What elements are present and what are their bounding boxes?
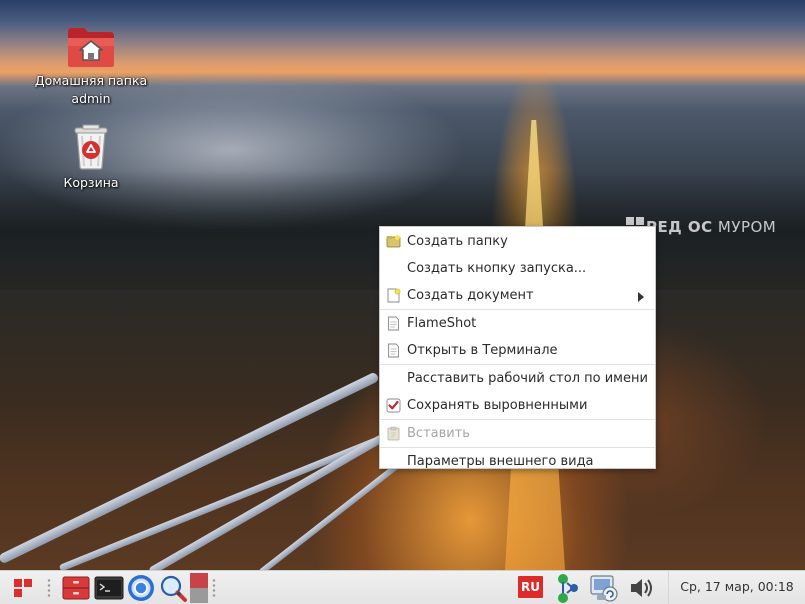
menu-item-appearance-settings[interactable]: Параметры внешнего вида xyxy=(380,448,655,475)
desktop-icon-home-label-2: admin xyxy=(71,91,111,106)
desktop-context-menu: Создать папку Создать кнопку запуска... … xyxy=(379,226,656,469)
menu-item-create-folder[interactable]: Создать папку xyxy=(380,228,655,255)
new-folder-icon xyxy=(386,235,401,248)
volume-icon xyxy=(631,579,652,597)
menu-item-label: Вставить xyxy=(407,426,470,441)
taskbar-separator xyxy=(47,578,51,598)
terminal-icon xyxy=(94,576,124,600)
checkbox-checked-icon xyxy=(386,398,401,413)
desktop-icon-home[interactable]: Домашняя папка admin xyxy=(30,26,152,108)
start-menu-button[interactable] xyxy=(6,573,40,603)
desktop-icon-trash[interactable]: Корзина xyxy=(51,122,131,192)
menu-item-label: Сохранять выровненными xyxy=(407,398,588,413)
document-icon xyxy=(388,316,399,331)
menu-item-label: Открыть в Терминале xyxy=(407,343,558,358)
menu-item-arrange-by-name[interactable]: Расставить рабочий стол по имени xyxy=(380,365,655,392)
desktop-icon-trash-label: Корзина xyxy=(63,175,119,190)
network-status-icon xyxy=(558,574,578,603)
launcher-search[interactable] xyxy=(157,573,189,603)
web-browser-icon xyxy=(128,575,154,601)
start-menu-icon xyxy=(14,579,32,597)
watermark-rest: МУРОМ xyxy=(717,218,777,236)
submenu-arrow-icon xyxy=(638,292,644,302)
menu-item-label: Создать документ xyxy=(407,288,534,303)
search-icon xyxy=(160,575,187,602)
menu-item-flameshot[interactable]: FlameShot xyxy=(380,310,655,337)
menu-item-paste[interactable]: Вставить xyxy=(380,420,655,447)
document-icon xyxy=(388,343,399,358)
trash-icon xyxy=(74,124,108,170)
update-manager-icon xyxy=(590,575,618,602)
tray-network-status[interactable] xyxy=(553,573,583,603)
tray-volume[interactable] xyxy=(626,573,656,603)
launcher-web-browser[interactable] xyxy=(125,573,157,603)
taskbar: RU Ср, 17 мар, 00:18 xyxy=(0,570,805,604)
tray-update-manager[interactable] xyxy=(588,573,620,603)
menu-item-label: Параметры внешнего вида xyxy=(407,454,594,469)
paste-icon xyxy=(387,426,400,441)
launcher-file-manager[interactable] xyxy=(60,573,92,603)
new-document-icon xyxy=(387,288,401,303)
menu-item-keep-aligned[interactable]: Сохранять выровненными xyxy=(380,392,655,419)
menu-item-create-launcher[interactable]: Создать кнопку запуска... xyxy=(380,255,655,282)
launcher-terminal[interactable] xyxy=(93,573,125,603)
menu-item-label: FlameShot xyxy=(407,316,477,331)
desktop-icon-home-label-1: Домашняя папка xyxy=(34,73,148,88)
menu-item-label: Создать кнопку запуска... xyxy=(407,261,587,276)
menu-item-label: Создать папку xyxy=(407,234,508,249)
home-folder-icon xyxy=(68,28,114,67)
file-manager-icon xyxy=(62,576,90,600)
menu-item-create-document[interactable]: Создать документ xyxy=(380,282,655,309)
launcher-window-switcher[interactable] xyxy=(189,573,209,603)
keyboard-layout-indicator[interactable]: RU xyxy=(518,576,543,598)
taskbar-separator xyxy=(212,578,216,598)
menu-item-open-terminal[interactable]: Открыть в Терминале xyxy=(380,337,655,364)
taskbar-clock[interactable]: Ср, 17 мар, 00:18 xyxy=(668,571,805,604)
window-switcher-icon xyxy=(190,573,208,603)
menu-item-label: Расставить рабочий стол по имени xyxy=(407,371,648,386)
